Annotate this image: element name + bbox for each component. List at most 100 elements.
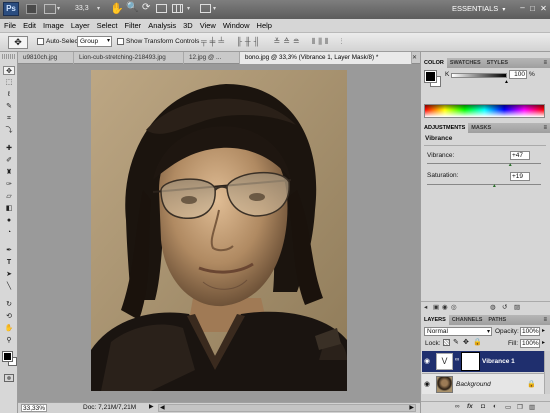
visibility-eye-icon[interactable]: ◉ — [424, 357, 430, 365]
saturation-value-field[interactable]: +19 — [510, 172, 530, 181]
tab-channels[interactable]: CHANNELS — [449, 315, 486, 325]
distribute-right-icon[interactable]: ⫴ — [325, 37, 331, 46]
expanded-view-icon[interactable]: ▣ — [433, 303, 439, 311]
menu-select[interactable]: Select — [93, 21, 121, 30]
clip-to-layer-icon[interactable]: ◉ — [442, 303, 448, 311]
distribute-bottom-icon[interactable]: ≘ — [293, 37, 303, 46]
vibrance-value-field[interactable]: +47 — [510, 151, 530, 160]
chevron-down-icon[interactable]: ▾ — [187, 5, 190, 12]
color-fg-swatch[interactable] — [424, 70, 437, 83]
delete-layer-icon[interactable]: ▥ — [529, 403, 535, 411]
tab-color[interactable]: COLOR — [421, 58, 447, 68]
gradient-icon[interactable]: ◧ — [3, 204, 15, 213]
type-icon[interactable]: T — [3, 258, 15, 267]
menu-view[interactable]: View — [196, 21, 219, 30]
menu-file[interactable]: File — [0, 21, 19, 30]
grid-icon[interactable] — [172, 4, 183, 13]
menu-edit[interactable]: Edit — [19, 21, 39, 30]
tab-layers[interactable]: LAYERS — [421, 315, 449, 325]
lock-position-icon[interactable]: ✥ — [463, 338, 469, 346]
menu-window[interactable]: Window — [219, 21, 253, 30]
auto-select-dropdown[interactable]: Group ▾ — [77, 36, 112, 47]
menu-filter[interactable]: Filter — [121, 21, 145, 30]
layer-style-icon[interactable]: fx — [467, 403, 473, 410]
lock-pixels-icon[interactable]: ✎ — [453, 338, 459, 346]
reset-icon[interactable]: ↺ — [502, 303, 507, 311]
menu-image[interactable]: Image — [39, 21, 67, 30]
screen-mode-icon[interactable] — [44, 4, 56, 14]
blend-mode-dropdown[interactable]: Normal ▾ — [424, 327, 492, 336]
menu-layer[interactable]: Layer — [67, 21, 93, 30]
blur-icon[interactable]: ● — [3, 216, 15, 225]
previous-state-icon[interactable]: ◍ — [490, 303, 496, 311]
doc-tab[interactable]: Lion-cub-stretching-218493.jpg — [74, 52, 184, 64]
opacity-field[interactable]: 100% — [520, 327, 540, 336]
panel-menu-icon[interactable]: ≡ — [543, 315, 550, 325]
new-layer-icon[interactable]: ❐ — [517, 403, 523, 411]
doc-tab[interactable]: 12.jpg @ ... — [184, 52, 240, 64]
eyedropper-icon[interactable]: ⤵ — [3, 126, 15, 135]
align-hcenter-icon[interactable]: ╫ — [245, 37, 254, 46]
tool-preset-picker[interactable]: ✥ — [8, 36, 28, 49]
scroll-right-icon[interactable]: ▶ — [409, 404, 414, 411]
visibility-icon[interactable]: ◎ — [451, 303, 457, 311]
color-spectrum-ramp[interactable] — [424, 104, 545, 118]
rotate-view-icon[interactable]: ⟳ — [142, 2, 150, 13]
chevron-down-icon[interactable]: ▾ — [57, 5, 60, 12]
align-top-icon[interactable]: ╤ — [201, 37, 210, 46]
align-bottom-icon[interactable]: ╧ — [218, 37, 227, 46]
zoom-icon[interactable]: ⚲ — [3, 336, 15, 345]
fill-field[interactable]: 100% — [520, 339, 540, 348]
tab-paths[interactable]: PATHS — [485, 315, 509, 325]
status-menu-arrow-icon[interactable]: ▶ — [149, 403, 154, 410]
status-zoom-field[interactable]: 33,33% — [21, 404, 47, 412]
auto-align-icon[interactable]: ⫶ — [341, 37, 346, 46]
tab-styles[interactable]: STYLES — [484, 58, 511, 68]
panel-menu-icon[interactable]: ≡ — [543, 58, 550, 68]
menu-help[interactable]: Help — [253, 21, 275, 30]
vibrance-slider-thumb[interactable]: ▲ — [508, 162, 513, 168]
vibrance-slider-track[interactable] — [427, 163, 541, 164]
scroll-left-icon[interactable]: ◀ — [160, 404, 165, 411]
marquee-icon[interactable]: ⬚ — [3, 78, 15, 87]
window-restore-button[interactable]: □ — [528, 3, 537, 14]
panel-menu-icon[interactable]: ≡ — [543, 123, 550, 133]
chevron-right-icon[interactable]: ▸ — [542, 327, 545, 334]
bridge-icon[interactable] — [26, 4, 37, 14]
chevron-down-icon[interactable]: ▾ — [97, 5, 100, 12]
tab-masks[interactable]: MASKS — [468, 123, 494, 133]
saturation-slider-track[interactable] — [427, 184, 541, 185]
arrange-documents-icon[interactable] — [200, 4, 211, 13]
k-value-field[interactable]: 100 — [509, 70, 527, 79]
lasso-icon[interactable]: ℓ — [3, 90, 15, 99]
transform-controls-checkbox[interactable] — [117, 38, 124, 45]
tab-swatches[interactable]: SWATCHES — [447, 58, 484, 68]
add-mask-icon[interactable]: ◘ — [481, 403, 485, 410]
3d-camera-icon[interactable]: ⟲ — [3, 312, 15, 321]
workspace-button[interactable]: ESSENTIALS ▾ — [452, 3, 512, 15]
toolbox-grip[interactable] — [2, 54, 16, 59]
close-icon[interactable]: ✕ — [412, 52, 420, 63]
doc-tab-active[interactable]: bono.jpg @ 33,3% (Vibrance 1, Layer Mask… — [240, 52, 412, 64]
window-minimize-button[interactable]: – — [518, 3, 527, 14]
zoom-level[interactable]: 33,3 — [75, 5, 89, 12]
new-adjustment-icon[interactable]: ◐ — [493, 403, 497, 410]
eraser-icon[interactable]: ▱ — [3, 192, 15, 201]
layer-row-selected[interactable]: ◉ V ∞ Vibrance 1 — [422, 351, 544, 372]
new-group-icon[interactable]: ▭ — [505, 403, 511, 411]
tab-adjustments[interactable]: ADJUSTMENTS — [421, 123, 469, 133]
layers-scrollbar[interactable] — [544, 351, 550, 394]
lock-transparency-icon[interactable] — [443, 339, 450, 346]
auto-select-checkbox[interactable] — [37, 38, 44, 45]
k-slider-thumb[interactable]: ▲ — [504, 79, 509, 85]
move-icon[interactable]: ✥ — [3, 66, 15, 75]
hand-icon[interactable]: ✋ — [110, 2, 124, 15]
window-close-button[interactable]: ✕ — [539, 3, 548, 14]
healing-icon[interactable]: ✚ — [3, 144, 15, 153]
distribute-hcenter-icon[interactable]: ⫼ — [318, 37, 325, 46]
k-slider[interactable] — [451, 73, 507, 78]
layer-mask-thumbnail[interactable] — [461, 352, 480, 371]
3d-rotate-icon[interactable]: ↻ — [3, 300, 15, 309]
document-canvas[interactable] — [91, 70, 347, 391]
menu-3d[interactable]: 3D — [179, 21, 196, 30]
